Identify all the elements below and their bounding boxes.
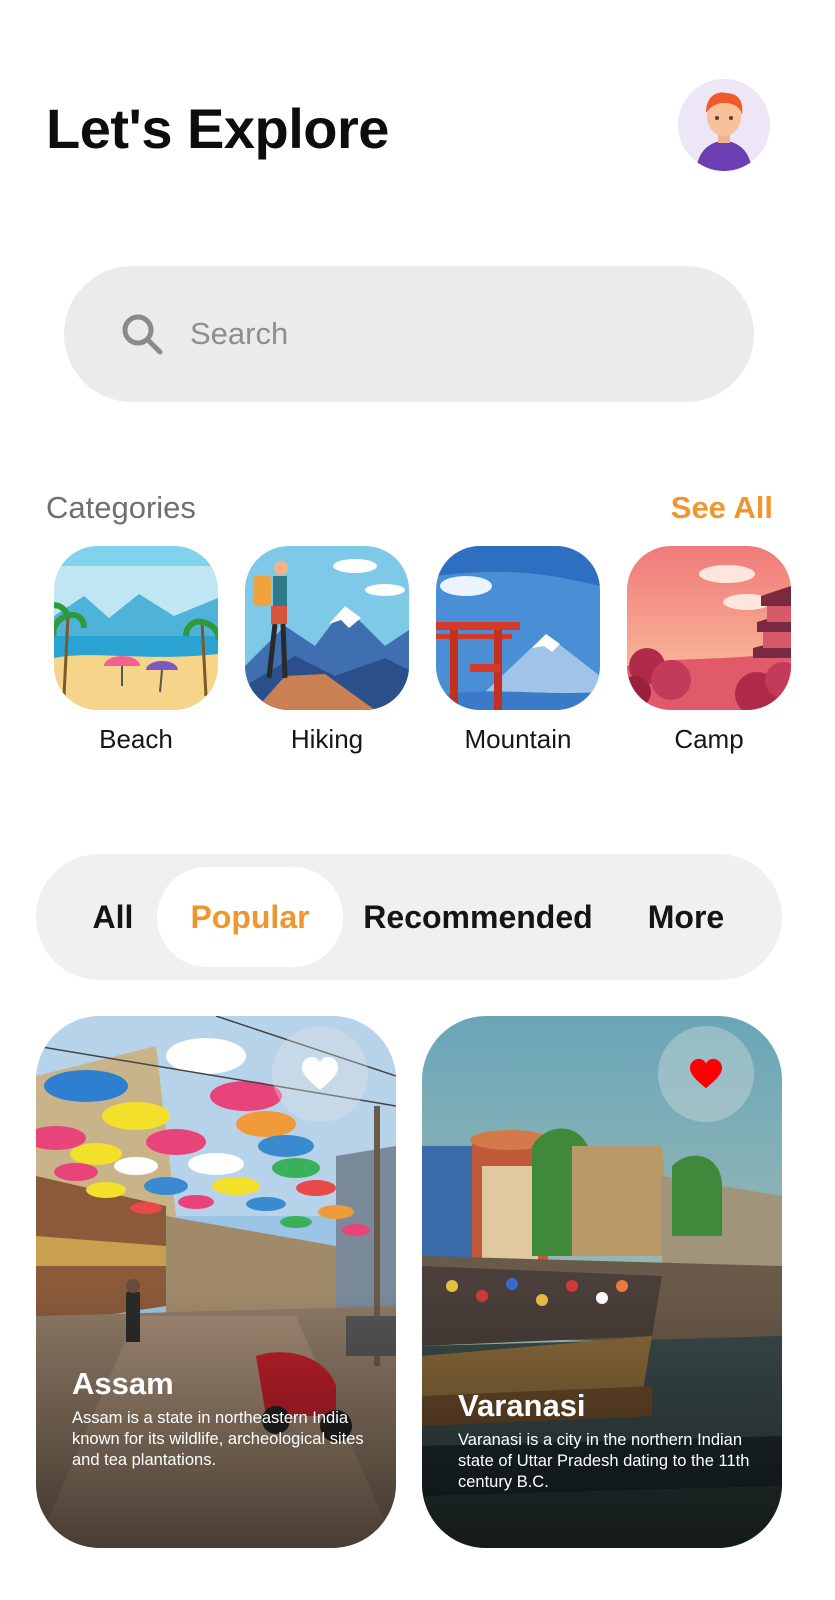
place-card-varanasi[interactable]: Varanasi Varanasi is a city in the north… <box>422 1016 782 1548</box>
camp-thumbnail <box>627 546 791 710</box>
search-bar[interactable] <box>64 266 754 402</box>
category-beach[interactable]: Beach <box>54 546 218 755</box>
tab-popular[interactable]: Popular <box>157 867 343 967</box>
category-label: Camp <box>674 724 744 754</box>
category-hiking[interactable]: Hiking <box>245 546 409 755</box>
category-label: Hiking <box>290 724 364 754</box>
search-input[interactable] <box>190 304 710 364</box>
place-card-assam[interactable]: Assam Assam is a state in northeastern I… <box>36 1016 396 1548</box>
category-label: Mountain <box>464 724 572 754</box>
category-label: Beach <box>99 724 173 754</box>
hiking-thumbnail <box>245 546 409 710</box>
place-description: Varanasi is a city in the northern India… <box>458 1431 750 1491</box>
category-camp[interactable]: Camp <box>627 546 791 755</box>
page-title: Let's Explore <box>46 97 389 160</box>
place-description: Assam is a state in northeastern India k… <box>72 1409 364 1469</box>
categories-heading: Categories <box>46 490 196 525</box>
place-name: Assam <box>72 1366 174 1401</box>
tab-all[interactable]: All <box>76 867 150 967</box>
place-name: Varanasi <box>458 1388 586 1423</box>
beach-thumbnail <box>54 546 218 710</box>
user-avatar[interactable] <box>678 79 770 171</box>
filter-tabs: All Popular Recommended More <box>36 854 782 980</box>
tab-more[interactable]: More <box>634 867 738 967</box>
mountain-thumbnail <box>436 546 600 710</box>
heart-filled-icon <box>690 1058 722 1089</box>
category-mountain[interactable]: Mountain <box>436 546 600 755</box>
search-icon <box>122 314 163 355</box>
see-all-link[interactable]: See All <box>671 490 773 526</box>
user-avatar-icon <box>696 92 752 171</box>
favorite-button[interactable] <box>272 1026 368 1122</box>
tab-recommended[interactable]: Recommended <box>362 867 594 967</box>
heart-outline-icon <box>302 1057 338 1090</box>
favorite-button[interactable] <box>658 1026 754 1122</box>
